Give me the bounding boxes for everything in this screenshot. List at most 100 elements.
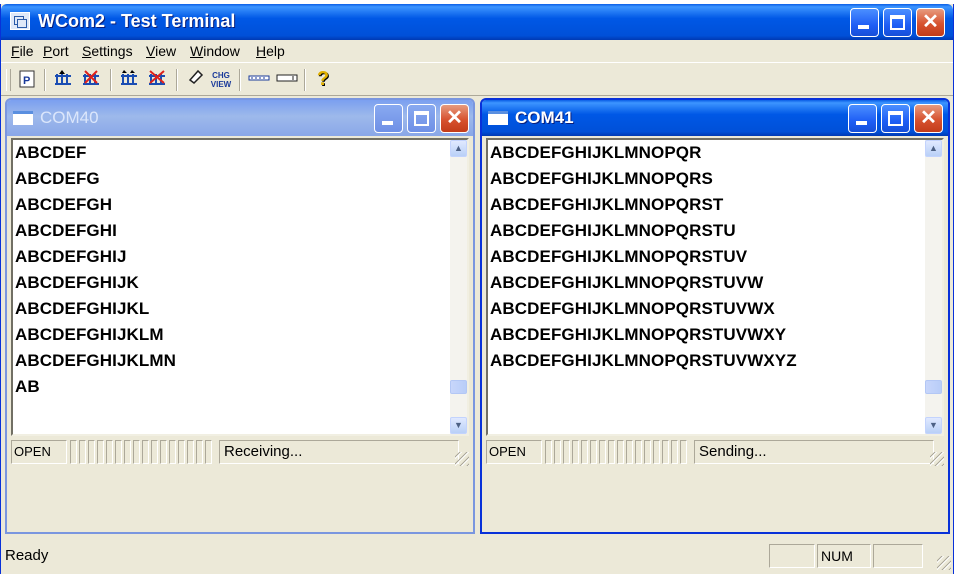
scroll-down-icon[interactable]: ▼	[450, 417, 467, 434]
signal-led	[187, 440, 194, 464]
signal-led	[79, 440, 86, 464]
signal-led	[97, 440, 104, 464]
minimize-icon	[382, 121, 393, 125]
com41-minimize-button[interactable]	[848, 104, 877, 133]
signal-led	[680, 440, 687, 464]
terminal-line: ABCDEFGHIJKLMNOPQRSTUVWXYZ	[490, 351, 797, 370]
terminal-line: ABCDEFGHIJKLMNOPQRSTU	[490, 221, 736, 240]
toolbar-separator	[304, 69, 306, 91]
signal-led	[662, 440, 669, 464]
com40-titlebar[interactable]: COM40 ✕	[7, 100, 473, 136]
terminal-line: ABCDEFGHIJKLMNOPQRST	[490, 195, 724, 214]
close-icon: ✕	[920, 107, 937, 129]
app-icon[interactable]	[10, 12, 30, 30]
menubar: File Port Settings View Window Help	[1, 40, 953, 62]
maximize-icon	[414, 111, 429, 126]
text-view-icon[interactable]	[275, 68, 299, 90]
menu-file[interactable]: File	[11, 43, 34, 59]
toolbar: P CHG VIEW ?	[1, 62, 953, 96]
com40-statusbar: OPEN Receiving...	[11, 440, 469, 466]
signal-led	[151, 440, 158, 464]
com41-status-text: Sending...	[694, 440, 934, 464]
signal-led	[88, 440, 95, 464]
com40-maximize-button[interactable]	[407, 104, 436, 133]
connect-all-icon[interactable]	[118, 68, 142, 90]
app-statusbar: Ready NUM	[1, 536, 953, 574]
signal-led	[617, 440, 624, 464]
signal-led	[644, 440, 651, 464]
vertical-scrollbar[interactable]: ▲ ▼	[450, 140, 467, 434]
menu-settings[interactable]: Settings	[82, 43, 133, 59]
com40-close-button[interactable]: ✕	[440, 104, 469, 133]
terminal-line: ABCDEFGHIJKLMNOPQRSTUV	[490, 247, 748, 266]
main-titlebar[interactable]: WCom2 - Test Terminal ✕	[1, 4, 953, 40]
scroll-up-icon[interactable]: ▲	[925, 140, 942, 157]
com40-window[interactable]: COM40 ✕ ABCDEF ABCDEFG ABCDEFGH ABCDEFGH…	[5, 98, 475, 534]
com41-maximize-button[interactable]	[881, 104, 910, 133]
scroll-thumb[interactable]	[450, 380, 467, 394]
help-icon[interactable]: ?	[311, 68, 335, 90]
toolbar-separator	[176, 69, 178, 91]
com40-minimize-button[interactable]	[374, 104, 403, 133]
disconnect-icon[interactable]	[80, 68, 104, 90]
terminal-line: ABCDEFGHIJKLMN	[15, 351, 177, 370]
mdi-client: COM40 ✕ ABCDEF ABCDEFG ABCDEFGH ABCDEFGH…	[1, 96, 953, 536]
window-resize-grip[interactable]	[937, 556, 951, 570]
terminal-line: ABCDEFGHIJKLM	[15, 325, 164, 344]
resize-grip[interactable]	[455, 452, 469, 466]
signal-led	[160, 440, 167, 464]
signal-led	[563, 440, 570, 464]
menu-view[interactable]: View	[146, 43, 176, 59]
resize-grip[interactable]	[930, 452, 944, 466]
disconnect-all-icon[interactable]	[146, 68, 170, 90]
maximize-icon	[888, 111, 903, 126]
com40-terminal[interactable]: ABCDEF ABCDEFG ABCDEFGH ABCDEFGHI ABCDEF…	[11, 138, 469, 436]
terminal-line: ABCDEFGHIJKLMNOPQRSTUVW	[490, 273, 764, 292]
properties-icon[interactable]: P	[15, 68, 39, 90]
close-icon: ✕	[922, 11, 939, 33]
vertical-scrollbar[interactable]: ▲ ▼	[925, 140, 942, 434]
signal-led	[205, 440, 212, 464]
signal-led	[599, 440, 606, 464]
port-state: OPEN	[486, 440, 542, 464]
close-button[interactable]: ✕	[916, 8, 945, 37]
terminal-line: AB	[15, 377, 40, 396]
menu-window[interactable]: Window	[190, 43, 240, 59]
scroll-thumb[interactable]	[925, 380, 942, 394]
connect-icon[interactable]	[52, 68, 76, 90]
com40-status-text: Receiving...	[219, 440, 459, 464]
terminal-line: ABCDEFGHI	[15, 221, 117, 240]
maximize-button[interactable]	[883, 8, 912, 37]
toolbar-grip[interactable]	[6, 69, 11, 91]
minimize-button[interactable]	[850, 8, 879, 37]
menu-help[interactable]: Help	[256, 43, 285, 59]
signal-led	[133, 440, 140, 464]
menu-port[interactable]: Port	[43, 43, 69, 59]
com41-terminal[interactable]: ABCDEFGHIJKLMNOPQR ABCDEFGHIJKLMNOPQRS A…	[486, 138, 944, 436]
change-view-icon[interactable]: CHG VIEW	[209, 71, 233, 93]
com41-titlebar[interactable]: COM41 ✕	[482, 100, 948, 136]
com41-window[interactable]: COM41 ✕ ABCDEFGHIJKLMNOPQR ABCDEFGHIJKLM…	[480, 98, 950, 534]
signal-led	[196, 440, 203, 464]
signal-led	[554, 440, 561, 464]
hex-view-icon[interactable]	[247, 68, 271, 90]
terminal-line: ABCDEFG	[15, 169, 100, 188]
terminal-line: ABCDEFGHIJKL	[15, 299, 150, 318]
terminal-line: ABCDEFGHIJKLMNOPQRSTUVWX	[490, 299, 775, 318]
port-state: OPEN	[11, 440, 67, 464]
clear-icon[interactable]	[184, 68, 208, 90]
terminal-line: ABCDEFGHIJKLMNOPQRSTUVWXY	[490, 325, 787, 344]
status-pane-caps	[769, 544, 815, 568]
scroll-down-icon[interactable]: ▼	[925, 417, 942, 434]
window-title: WCom2 - Test Terminal	[38, 11, 236, 31]
scroll-up-icon[interactable]: ▲	[450, 140, 467, 157]
minimize-icon	[856, 121, 867, 125]
toolbar-separator	[110, 69, 112, 91]
status-pane-num: NUM	[817, 544, 871, 568]
signal-led	[572, 440, 579, 464]
signal-led	[142, 440, 149, 464]
com40-title: COM40	[40, 108, 99, 127]
com41-close-button[interactable]: ✕	[914, 104, 943, 133]
signal-led	[106, 440, 113, 464]
signal-led	[626, 440, 633, 464]
